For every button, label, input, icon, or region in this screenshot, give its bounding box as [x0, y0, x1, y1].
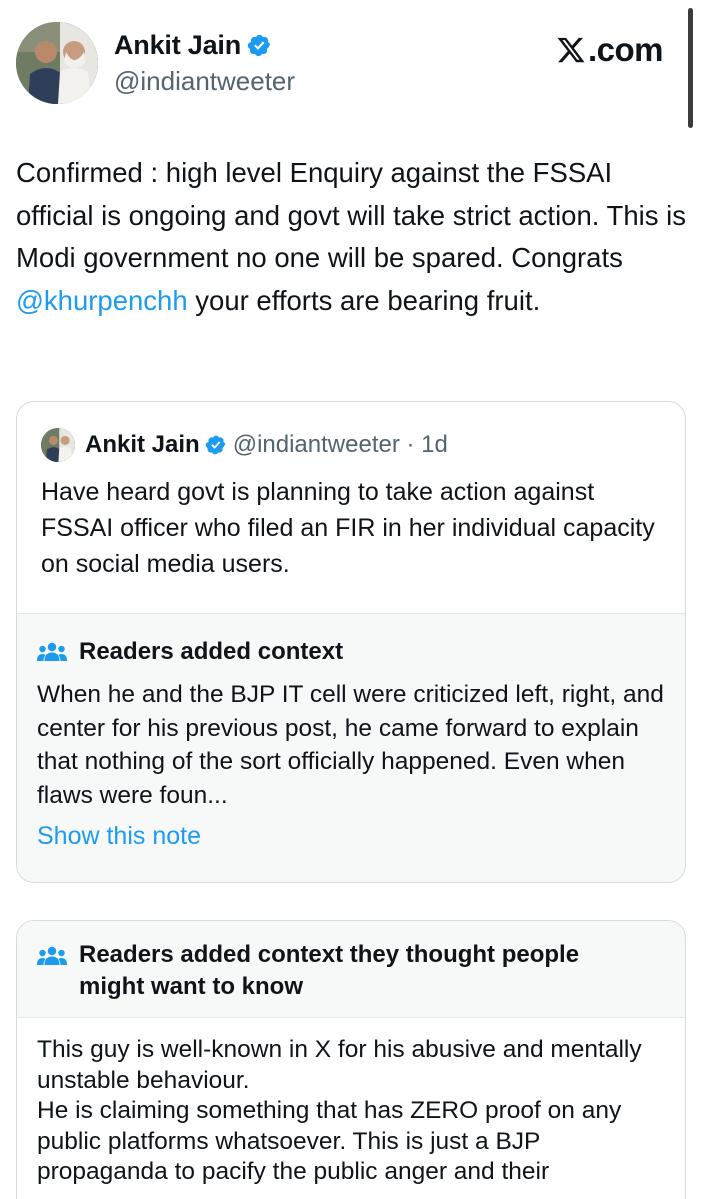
context-card: Readers added context they thought peopl…	[16, 920, 686, 1199]
context-card-header-area: Readers added context they thought peopl…	[17, 921, 685, 1018]
quoted-tweet-header: Ankit Jain @indiantweeter · 1d	[41, 428, 448, 462]
author-name[interactable]: Ankit Jain	[114, 30, 241, 61]
quoted-avatar[interactable]	[41, 428, 75, 462]
quoted-tweet-text: Have heard govt is planning to take acti…	[41, 478, 655, 578]
brand-logo: .com	[556, 31, 664, 69]
people-icon	[37, 642, 67, 661]
community-note-title: Readers added context	[79, 638, 344, 665]
show-note-link[interactable]: Show this note	[37, 822, 201, 851]
tweet-text-part: your efforts are bearing fruit.	[187, 284, 541, 316]
mention-link[interactable]: @khurpenchh	[16, 285, 188, 316]
avatar[interactable]	[16, 22, 98, 104]
verified-badge-icon	[247, 34, 271, 57]
quoted-avatar-photo	[41, 428, 75, 462]
quoted-author-name[interactable]: Ankit Jain	[85, 431, 200, 459]
people-icon	[37, 946, 67, 965]
quoted-handle-time[interactable]: @indiantweeter · 1d	[233, 431, 448, 459]
author-handle[interactable]: @indiantweeter	[114, 66, 295, 97]
verified-badge-icon	[205, 435, 226, 455]
screenshot-page: Ankit Jain @indiantweeter .com Confirmed…	[0, 0, 701, 1199]
brand-domain: .com	[588, 31, 664, 68]
x-logo-icon	[557, 37, 585, 63]
quoted-tweet-card[interactable]: Ankit Jain @indiantweeter · 1d Have hear…	[16, 401, 686, 883]
context-header: Readers added context they thought peopl…	[37, 939, 639, 1003]
community-note-text: When he and the BJP IT cell were critici…	[37, 681, 664, 809]
tweet-text-part: Confirmed : high level Enquiry against t…	[16, 157, 687, 273]
avatar-photo	[16, 22, 98, 104]
scrollbar[interactable]	[688, 8, 693, 128]
context-title: Readers added context they thought peopl…	[79, 941, 580, 1000]
community-note-header: Readers added context	[37, 638, 343, 666]
context-text: This guy is well-known in X for his abus…	[37, 1036, 642, 1185]
community-note: Readers added context When he and the BJ…	[17, 613, 685, 882]
tweet-text: Confirmed : high level Enquiry against t…	[16, 152, 688, 322]
author-row: Ankit Jain	[114, 30, 272, 61]
